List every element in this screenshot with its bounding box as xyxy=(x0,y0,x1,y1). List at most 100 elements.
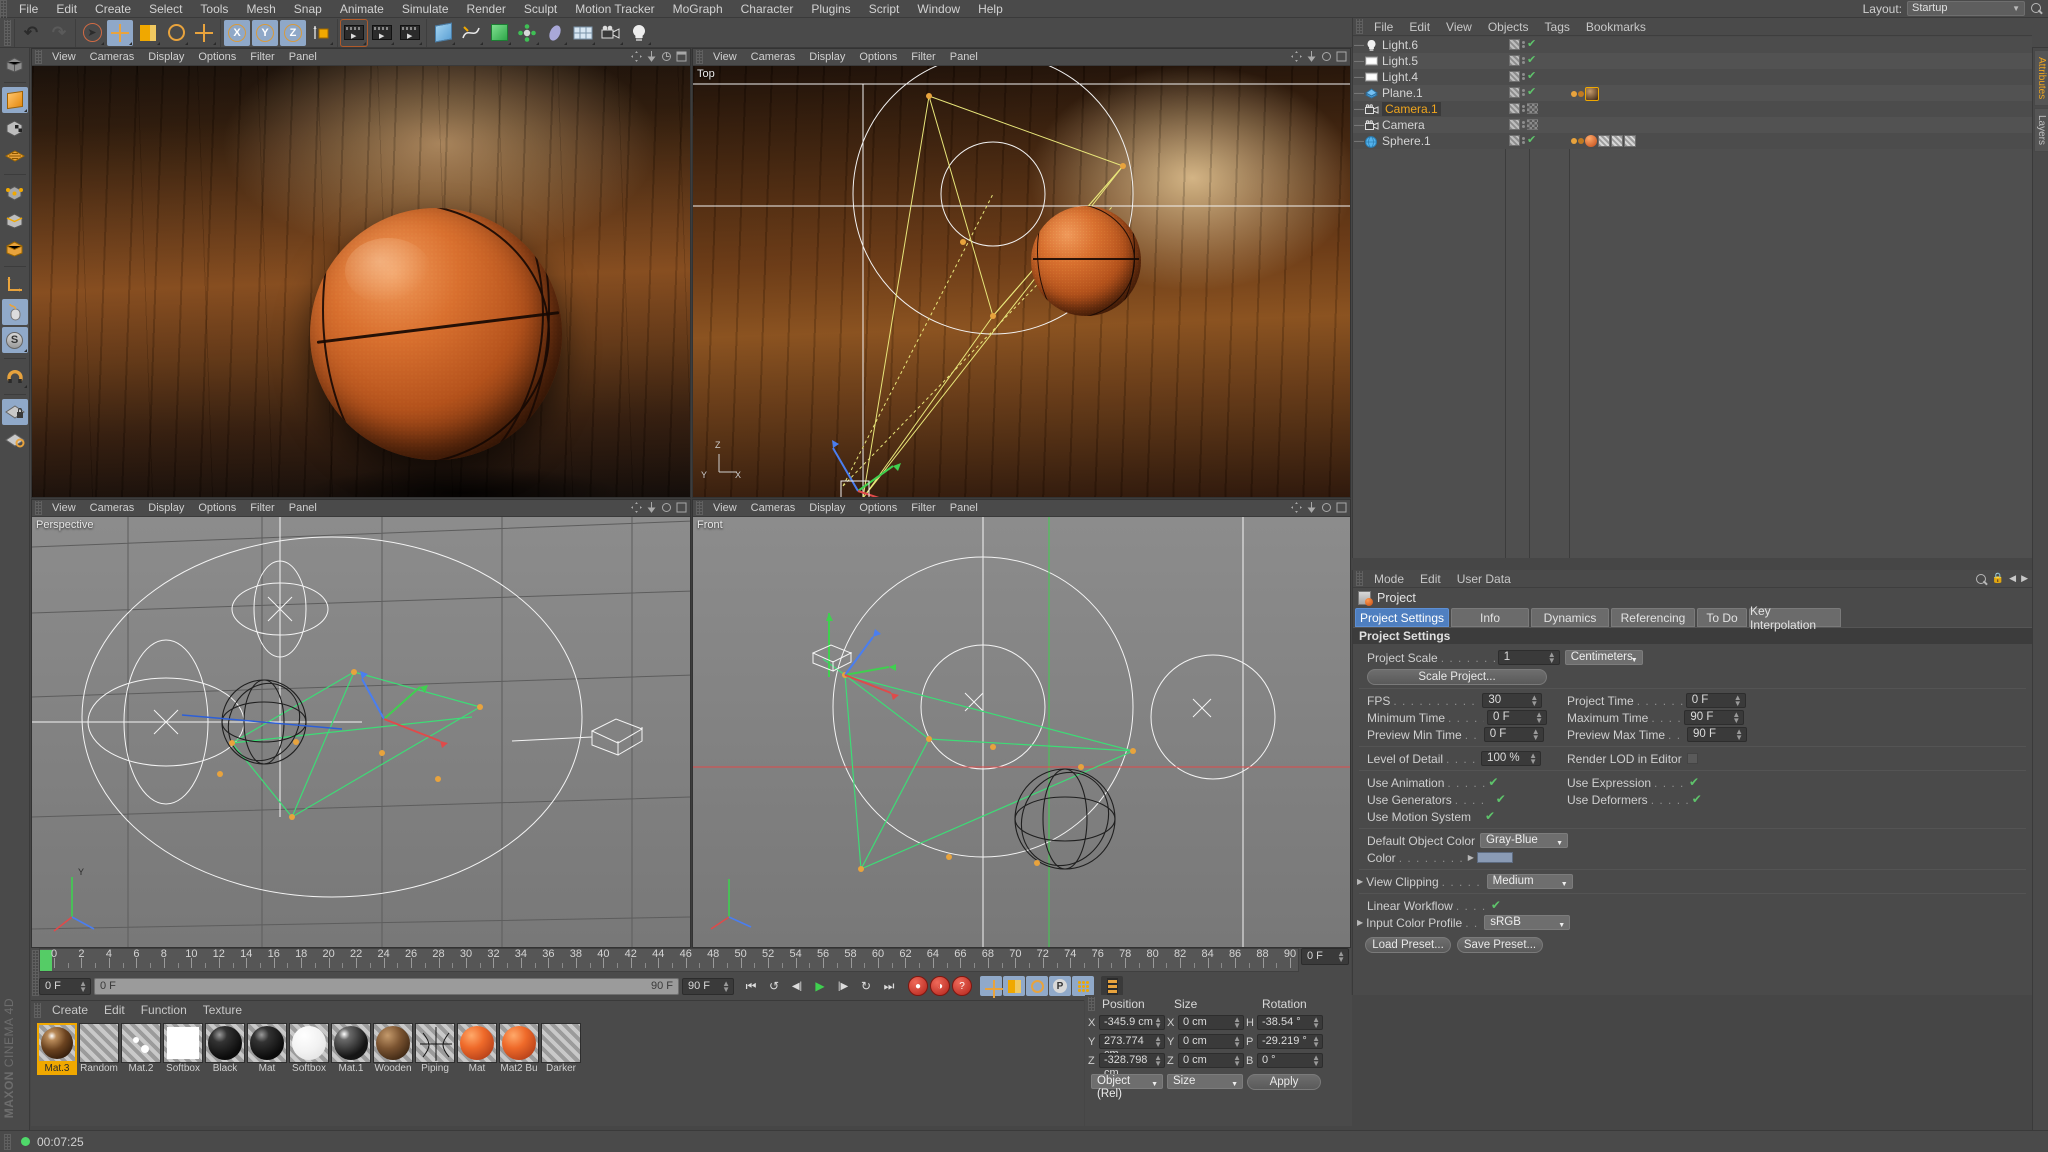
timeline-grip[interactable] xyxy=(32,950,39,996)
add-deformer-button[interactable] xyxy=(542,20,568,46)
object-menu-bookmarks[interactable]: Bookmarks xyxy=(1578,18,1654,36)
object-manager-grip[interactable] xyxy=(1356,19,1363,34)
points-mode-button[interactable] xyxy=(2,143,28,169)
spinner-icon[interactable]: ▲ ▼ xyxy=(1535,711,1543,725)
object-menu-tags[interactable]: Tags xyxy=(1537,18,1578,36)
menu-item-select[interactable]: Select xyxy=(140,0,191,18)
axis-modify-button[interactable] xyxy=(2,271,28,297)
spinner-icon[interactable]: ▲ ▼ xyxy=(1154,1054,1162,1068)
object-name[interactable]: Sphere.1 xyxy=(1382,134,1431,148)
world-object-axis-button[interactable] xyxy=(308,20,334,46)
pan-icon[interactable] xyxy=(1291,502,1302,513)
viewport-menu-panel[interactable]: Panel xyxy=(282,49,324,66)
add-generator-button[interactable] xyxy=(486,20,512,46)
quantize-button[interactable] xyxy=(2,363,28,389)
material-tag-wood[interactable] xyxy=(1585,87,1599,101)
viewport-menu-display[interactable]: Display xyxy=(141,500,191,517)
material-item[interactable]: Mat.1 xyxy=(331,1023,371,1075)
y-axis-lock-button[interactable]: Y xyxy=(252,19,278,46)
orbit-icon[interactable] xyxy=(661,51,672,62)
material-preview[interactable] xyxy=(79,1023,119,1063)
object-name[interactable]: Camera.1 xyxy=(1382,102,1441,116)
workplane-lock-button[interactable] xyxy=(1,399,28,425)
object-menu-file[interactable]: File xyxy=(1366,18,1401,36)
viewport-menu-display[interactable]: Display xyxy=(802,49,852,66)
material-preview[interactable] xyxy=(289,1023,329,1063)
render-region-button[interactable] xyxy=(369,20,395,46)
object-row[interactable]: — Camera xyxy=(1353,117,2032,133)
viewport-menu-view[interactable]: View xyxy=(45,500,83,517)
viewport-grip[interactable] xyxy=(696,50,703,64)
dolly-icon[interactable] xyxy=(646,51,657,62)
render-lod-checkbox[interactable] xyxy=(1686,753,1698,764)
viewport-render[interactable]: View Cameras Display Options Filter Panel xyxy=(31,48,691,498)
add-light-button[interactable] xyxy=(626,20,652,46)
material-manager-grip[interactable] xyxy=(34,1002,41,1018)
position-x-field[interactable]: -345.9 cm ▲ ▼ xyxy=(1099,1015,1165,1030)
viewport-menu-options[interactable]: Options xyxy=(852,49,904,66)
material-item[interactable]: Mat xyxy=(457,1023,497,1075)
back-icon[interactable]: ◀ xyxy=(2009,573,2016,585)
spinner-icon[interactable]: ▲ ▼ xyxy=(1548,651,1556,665)
enable-check-icon[interactable]: ✔ xyxy=(1527,135,1536,146)
coordinates-mode-select[interactable]: Object (Rel) ▼ xyxy=(1091,1074,1163,1100)
object-row[interactable]: — Light.6 ✔ xyxy=(1353,37,2032,53)
use-expression-checkbox[interactable]: ✔ xyxy=(1689,776,1700,788)
object-tree[interactable]: — Light.6 ✔ — Light.5 ✔ — Light.4 ✔ — Plane.1 ✔ — Cam… xyxy=(1353,37,2032,558)
timeline-options-button[interactable] xyxy=(1101,976,1123,996)
size-z-field[interactable]: 0 cm ▲ ▼ xyxy=(1178,1053,1244,1068)
use-deformers-checkbox[interactable]: ✔ xyxy=(1692,793,1703,805)
loop-button[interactable]: ↻ xyxy=(855,976,877,996)
object-name[interactable]: Light.5 xyxy=(1382,54,1418,68)
menu-item-mograph[interactable]: MoGraph xyxy=(664,0,732,18)
material-item[interactable]: Mat2 Bu xyxy=(499,1023,539,1075)
dolly-icon[interactable] xyxy=(1306,51,1317,62)
viewport-grip[interactable] xyxy=(35,501,42,515)
orbit-icon[interactable] xyxy=(1321,51,1332,62)
z-axis-lock-button[interactable]: Z xyxy=(280,19,306,46)
material-menu-texture[interactable]: Texture xyxy=(195,1001,250,1019)
object-name[interactable]: Camera xyxy=(1382,118,1425,132)
orbit-icon[interactable] xyxy=(661,502,672,513)
material-preview[interactable] xyxy=(331,1023,371,1063)
spinner-icon[interactable]: ▲ ▼ xyxy=(1337,950,1345,964)
load-preset-button[interactable]: Load Preset... xyxy=(1365,937,1451,953)
material-item[interactable]: Mat.3 xyxy=(37,1023,77,1075)
linear-workflow-checkbox[interactable]: ✔ xyxy=(1491,899,1502,911)
menu-item-character[interactable]: Character xyxy=(732,0,803,18)
uv-polygons-button[interactable] xyxy=(2,235,28,261)
viewport-menu-options[interactable]: Options xyxy=(852,500,904,517)
attribute-menu-edit[interactable]: Edit xyxy=(1412,570,1449,588)
viewport-menu-view[interactable]: View xyxy=(706,500,744,517)
enable-check-icon[interactable]: ✔ xyxy=(1527,39,1536,50)
spinner-icon[interactable]: ▲ ▼ xyxy=(1233,1016,1241,1030)
spinner-icon[interactable]: ▲ ▼ xyxy=(1529,752,1537,766)
menu-item-plugins[interactable]: Plugins xyxy=(802,0,859,18)
param-key-button[interactable]: P xyxy=(1049,976,1071,996)
edges-mode-button[interactable] xyxy=(2,179,28,205)
next-frame-button[interactable]: |▶ xyxy=(832,976,854,996)
material-preview[interactable] xyxy=(205,1023,245,1063)
material-tag-orange[interactable] xyxy=(1585,135,1597,147)
spinner-icon[interactable]: ▲ ▼ xyxy=(1734,694,1742,708)
viewport-menu-options[interactable]: Options xyxy=(191,500,243,517)
viewport-grip[interactable] xyxy=(35,50,42,64)
spinner-icon[interactable]: ▲ ▼ xyxy=(1532,728,1540,742)
hatched-tag-icon[interactable] xyxy=(1611,135,1623,147)
save-preset-button[interactable]: Save Preset... xyxy=(1457,937,1543,953)
layer-swatch[interactable] xyxy=(1509,135,1520,146)
viewport-perspective[interactable]: View Cameras Display Options Filter Panel Per… xyxy=(31,499,691,948)
size-x-field[interactable]: 0 cm ▲ ▼ xyxy=(1178,1015,1244,1030)
lock-icon[interactable]: 🔒 xyxy=(1992,573,2004,585)
menu-item-create[interactable]: Create xyxy=(86,0,140,18)
material-item[interactable]: Mat.2 xyxy=(121,1023,161,1075)
hatched-tag-icon[interactable] xyxy=(1624,135,1636,147)
layer-swatch[interactable] xyxy=(1509,119,1520,130)
layer-swatch[interactable] xyxy=(1509,103,1520,114)
use-animation-checkbox[interactable]: ✔ xyxy=(1488,776,1499,788)
viewport-menu-display[interactable]: Display xyxy=(141,49,191,66)
attribute-menu-user-data[interactable]: User Data xyxy=(1449,570,1519,588)
viewport-menu-cameras[interactable]: Cameras xyxy=(83,500,142,517)
dock-tab-layers[interactable]: Layers xyxy=(2034,108,2048,153)
layer-swatch[interactable] xyxy=(1509,39,1520,50)
